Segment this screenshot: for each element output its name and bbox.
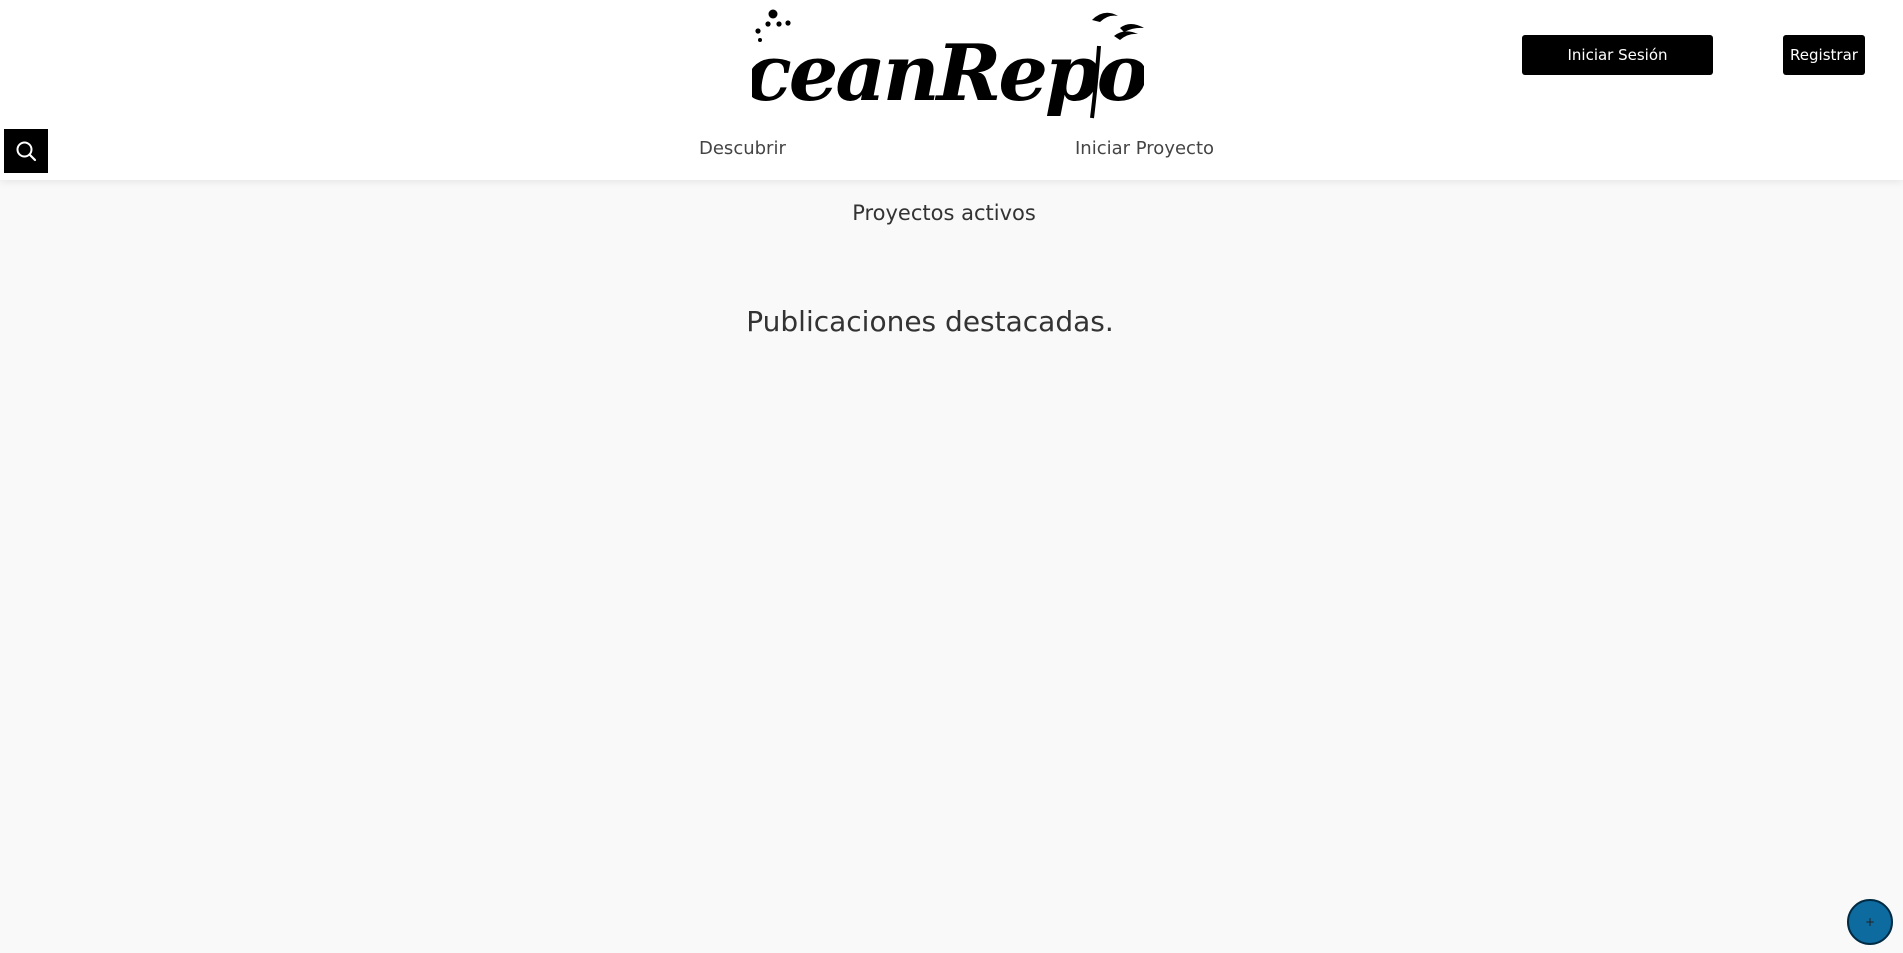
site-header: OceanReport OceanReport Iniciar Sesión R… [0, 0, 1903, 180]
login-button[interactable]: Iniciar Sesión [1522, 35, 1713, 75]
logo-wordmark: OceanReport [752, 28, 1144, 119]
register-button[interactable]: Registrar [1783, 35, 1865, 75]
plus-icon: + [1864, 915, 1876, 929]
nav-link-descubrir[interactable]: Descubrir [699, 138, 786, 159]
active-projects-heading: Proyectos activos [852, 201, 1036, 225]
add-button[interactable]: + [1847, 899, 1893, 945]
search-button[interactable] [4, 129, 48, 173]
logo-graphic: OceanReport [752, 9, 1144, 119]
search-icon [16, 141, 37, 162]
featured-publications-heading: Publicaciones destacadas. [746, 305, 1114, 338]
nav-link-iniciar-proyecto[interactable]: Iniciar Proyecto [1075, 138, 1214, 159]
site-logo[interactable]: OceanReport OceanReport [752, 6, 1144, 124]
